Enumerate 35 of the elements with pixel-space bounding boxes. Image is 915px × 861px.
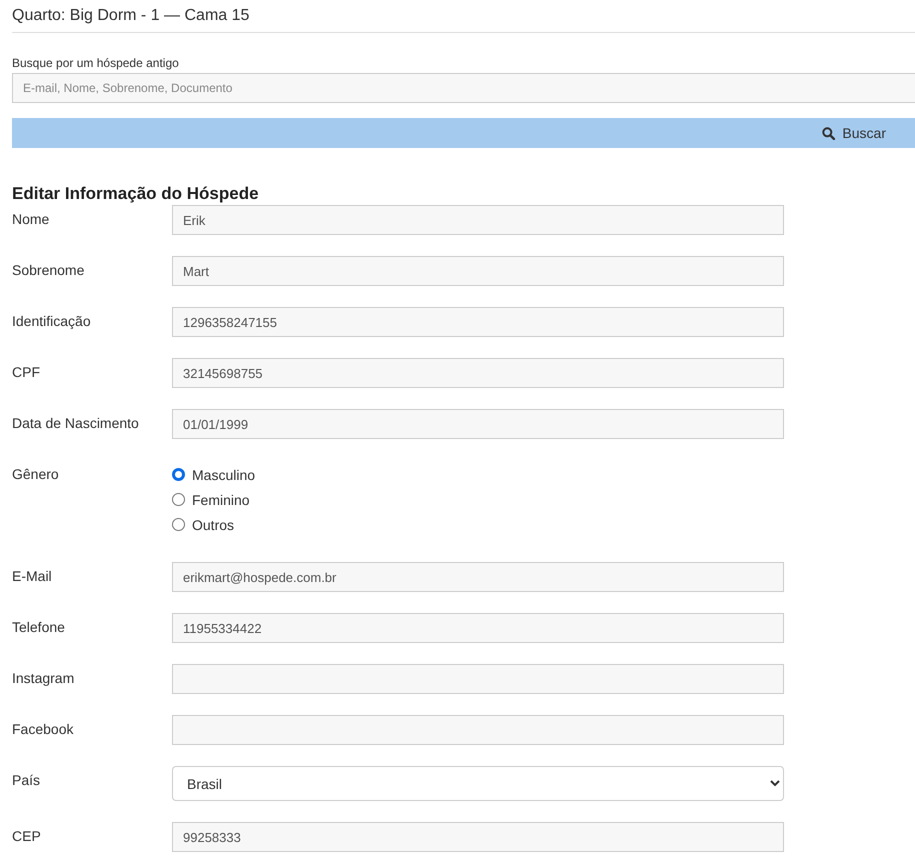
input-field[interactable]: 11955334422 bbox=[172, 613, 784, 643]
field-label: Nome bbox=[12, 210, 50, 229]
field-label: Facebook bbox=[12, 720, 74, 739]
input-field[interactable]: Mart bbox=[172, 256, 784, 286]
search-label: Busque por um hóspede antigo bbox=[12, 55, 180, 72]
input-field[interactable] bbox=[172, 664, 784, 694]
search-icon bbox=[822, 126, 836, 140]
input-field[interactable]: erikmart@hospede.com.br bbox=[172, 562, 784, 592]
field-label: CEP bbox=[12, 827, 42, 846]
country-select[interactable]: Brasil bbox=[172, 766, 784, 801]
search-button[interactable]: Buscar bbox=[12, 118, 915, 148]
input-field[interactable]: 1296358247155 bbox=[172, 307, 784, 337]
form-heading: Editar Informação do Hóspede bbox=[12, 183, 260, 205]
field-label: Telefone bbox=[12, 618, 66, 637]
room-title: Quarto: Big Dorm - 1 — Cama 15 bbox=[12, 6, 250, 26]
field-label: País bbox=[12, 771, 42, 790]
radio-button[interactable] bbox=[172, 468, 185, 481]
field-label: CPF bbox=[12, 363, 41, 382]
input-field[interactable]: Erik bbox=[172, 205, 784, 235]
field-label: Data de Nascimento bbox=[12, 414, 140, 433]
field-label: E-Mail bbox=[12, 567, 53, 586]
search-field[interactable]: E-mail, Nome, Sobrenome, Documento bbox=[12, 73, 915, 103]
radio-button[interactable] bbox=[172, 493, 185, 506]
field-label: Instagram bbox=[12, 669, 76, 688]
input-field[interactable]: 32145698755 bbox=[172, 358, 784, 388]
radio-label[interactable]: Feminino bbox=[192, 490, 250, 508]
field-label: Sobrenome bbox=[12, 261, 86, 280]
radio-button[interactable] bbox=[172, 518, 185, 531]
input-field[interactable] bbox=[172, 715, 784, 745]
field-label: Identificação bbox=[12, 312, 92, 331]
radio-label[interactable]: Masculino bbox=[192, 466, 256, 484]
field-label: Gênero bbox=[12, 465, 60, 484]
radio-label[interactable]: Outros bbox=[192, 516, 234, 534]
input-field[interactable]: 99258333 bbox=[172, 822, 784, 852]
input-field[interactable]: 01/01/1999 bbox=[172, 409, 784, 439]
